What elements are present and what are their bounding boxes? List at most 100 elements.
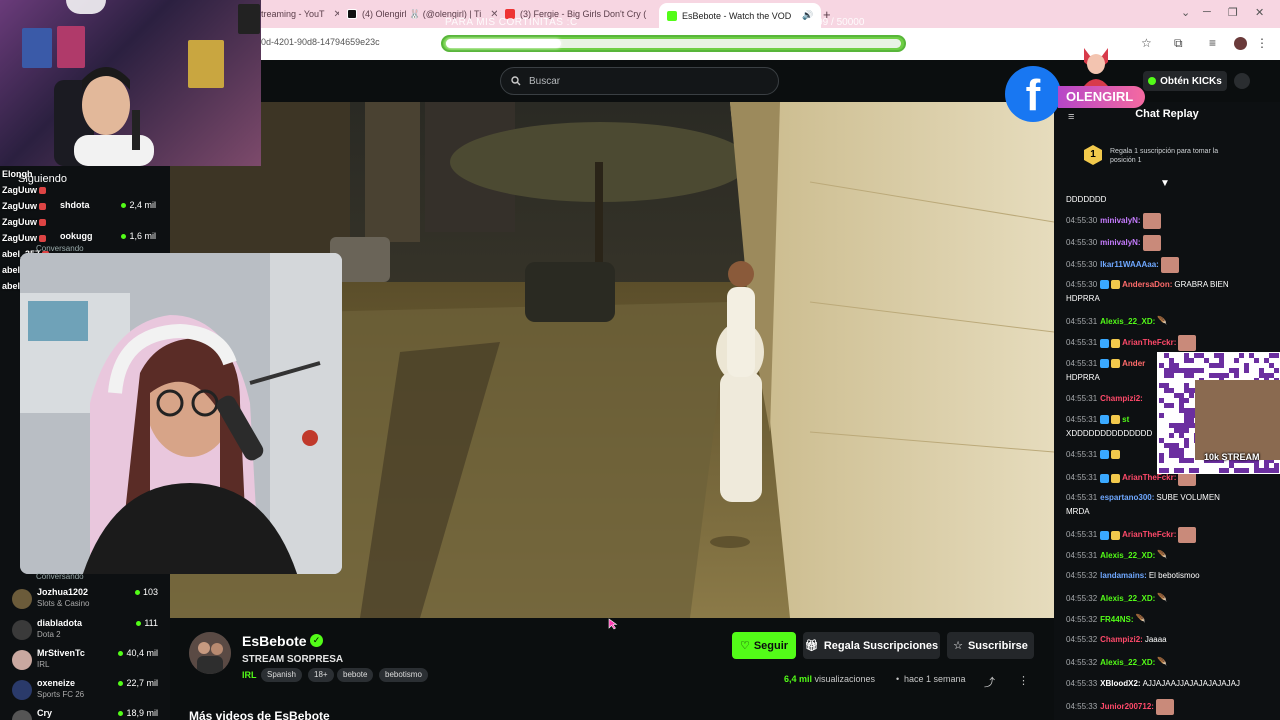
tag-chip[interactable]: Spanish [261, 668, 302, 682]
chat-username[interactable]: ArianTheFckr: [1122, 338, 1176, 347]
chat-emote-icon: 🪶 [1157, 316, 1168, 325]
qr-code-label: 10k STREAM [1204, 452, 1260, 462]
share-icon[interactable]: ⤴ [984, 674, 995, 690]
avatar [12, 710, 32, 720]
chat-text: DDDDDDD [1066, 195, 1107, 204]
chat-username[interactable]: ArianTheFckr: [1122, 530, 1176, 539]
chat-timestamp: 04:55:31 [1066, 493, 1098, 502]
overlay-chat-user: ZagUuw [2, 217, 37, 227]
chat-emote-icon [1142, 235, 1161, 251]
sidebar-item-name: MrStivenTc [37, 648, 85, 658]
kick-coin-icon [1148, 77, 1157, 85]
sidebar-item-oxeneize[interactable]: oxeneize Sports FC 26 22,7 mil [12, 678, 162, 706]
chat-message: 04:55:31 espartano300: SUBE VOLUMEN [1066, 491, 1266, 505]
chat-emote-icon [1155, 699, 1174, 715]
minimize-icon[interactable]: ─ [1203, 6, 1211, 18]
chat-username[interactable]: ArianTheFckr: [1122, 473, 1176, 482]
more-icon[interactable]: ⋮ [1256, 36, 1268, 50]
follow-label: Seguir [753, 639, 789, 652]
chat-username[interactable]: Ander [1122, 359, 1145, 368]
chat-message: 04:55:31 ArianTheFckr: [1066, 335, 1266, 351]
sidebar-item-category: Conversando [36, 244, 84, 253]
chat-username[interactable]: Champizi2: [1100, 394, 1143, 403]
chat-username[interactable]: FR44NS: [1100, 615, 1133, 624]
sidebar-item-diabladota[interactable]: diabladota Dota 2 111 [12, 618, 162, 646]
chat-username[interactable]: XBloodX2: [1100, 679, 1140, 688]
verified-icon: ✓ [310, 634, 323, 647]
tiktok-icon [347, 9, 357, 19]
chat-message: 04:55:32 Champizi2: Jaaaa [1066, 633, 1266, 647]
sidebar-item-shdota[interactable]: shdota 2,4 mil [60, 200, 160, 228]
chat-username[interactable]: Alexis_22_XD: [1100, 594, 1155, 603]
gift-subs-button[interactable]: 🎁︎ Regala Suscripciones [803, 632, 940, 659]
sidebar-item-jozhua1202[interactable]: Jozhua1202 Slots & Casino 103 [12, 587, 162, 615]
sidebar-item-cry[interactable]: Cry 18,9 mil [12, 708, 162, 720]
follow-button[interactable]: ♡ Seguir [732, 632, 796, 659]
tag-chip[interactable]: bebotismo [379, 668, 428, 682]
chat-username[interactable]: Alexis_22_XD: [1100, 551, 1155, 560]
chat-emote-icon: 🪶 [1157, 657, 1168, 666]
channel-avatar[interactable] [189, 632, 231, 674]
sidebar-item-viewers: 1,6 mil [121, 231, 156, 241]
get-kicks-label: Obtén KICKs [1160, 75, 1222, 87]
window-close-icon[interactable]: ✕ [1255, 6, 1264, 19]
sidebar-item-name: Jozhua1202 [37, 587, 89, 597]
sidebar-item-name: Cry [37, 708, 53, 718]
search-input[interactable]: Buscar [500, 67, 779, 95]
chat-username[interactable]: minivalyN: [1100, 216, 1140, 225]
chat-timestamp: 04:55:33 [1066, 702, 1098, 712]
sidebar-item-viewers: 22,7 mil [118, 678, 158, 688]
chat-message: 04:55:32 FR44NS: 🪶 [1066, 612, 1266, 628]
stream-dot: • [896, 674, 900, 684]
user-avatar[interactable] [1234, 73, 1250, 89]
chat-text: AJJAJAAJJAJAJAJAJAJAJ [1142, 679, 1240, 688]
chat-emote-icon: 🪶 [1157, 550, 1168, 559]
chat-username[interactable]: minivalyN: [1100, 238, 1140, 247]
category-link[interactable]: IRL [242, 670, 257, 680]
chat-username[interactable]: AndersaDon: [1122, 280, 1172, 289]
chat-username[interactable]: Champizi2: [1100, 635, 1143, 644]
channel-name[interactable]: EsBebote [242, 633, 307, 649]
chat-message: 04:55:32 landamains: El bebotismoo [1066, 569, 1266, 583]
chat-text: El bebotismoo [1148, 571, 1200, 580]
chat-username[interactable]: Junior200712: [1100, 702, 1154, 711]
chat-username[interactable]: Alexis_22_XD: [1100, 317, 1155, 326]
chat-timestamp: 04:55:31 [1066, 394, 1098, 403]
chat-username[interactable]: Alexis_22_XD: [1100, 658, 1155, 667]
chevron-down-icon[interactable]: ▼ [1160, 178, 1170, 189]
maximize-icon[interactable]: ❐ [1228, 6, 1238, 19]
get-kicks-button[interactable]: Obtén KICKs [1143, 71, 1227, 91]
overlay-facebook-name: OLENGIRL [1058, 86, 1146, 108]
tag-chip[interactable]: bebote [337, 668, 374, 682]
close-icon[interactable]: ✕ [334, 9, 339, 20]
more-options-icon[interactable]: ⋮ [1018, 674, 1029, 687]
mascot-icon [1084, 48, 1108, 86]
tag-chip[interactable]: 18+ [308, 668, 334, 682]
tab-search-icon[interactable]: ≡ [1209, 36, 1216, 50]
sub-promo-banner[interactable]: 1 Regala 1 suscripción para tomar la posi… [1082, 143, 1248, 169]
chat-message: 04:55:31 ArianTheFckr: [1066, 527, 1266, 543]
wall-poster [188, 40, 224, 88]
chat-username[interactable]: Ikar11WAAAaa: [1100, 260, 1159, 269]
tab-kick-vod[interactable]: EsBebote - Watch the VOD🔊✕ [659, 3, 821, 28]
sidebar-item-mrstiventc[interactable]: MrStivenTc IRL 40,4 mil [12, 648, 162, 676]
channel-avatar-image [189, 632, 231, 674]
chat-username[interactable]: st [1122, 415, 1129, 424]
chat-emote-icon: 🪶 [1135, 614, 1146, 623]
chat-username[interactable]: espartano300: [1100, 493, 1154, 502]
chat-title: Chat Replay [1135, 108, 1199, 120]
chevron-down-icon[interactable]: ⌄ [1181, 6, 1190, 19]
chat-timestamp: 04:55:30 [1066, 238, 1098, 248]
subscribe-button[interactable]: ☆ Suscribirse [947, 632, 1034, 659]
overlay-chat-user: ZagUuw [2, 201, 37, 211]
chat-username[interactable]: landamains: [1100, 571, 1147, 580]
chat-timestamp: 04:55:32 [1066, 571, 1098, 580]
sidebar-item-viewers: 40,4 mil [118, 648, 158, 658]
browser-profile-avatar[interactable] [1234, 37, 1247, 50]
url-field[interactable]: 0d-4201-90d8-14794659e23c [261, 37, 380, 47]
extensions-icon[interactable]: ⧉ [1174, 36, 1183, 51]
emote-icon [39, 235, 46, 243]
star-icon[interactable]: ☆ [1141, 36, 1152, 50]
goal-progress-fill [446, 39, 561, 48]
tab-youtube-studio[interactable]: treaming - YouT ✕ [261, 4, 339, 24]
